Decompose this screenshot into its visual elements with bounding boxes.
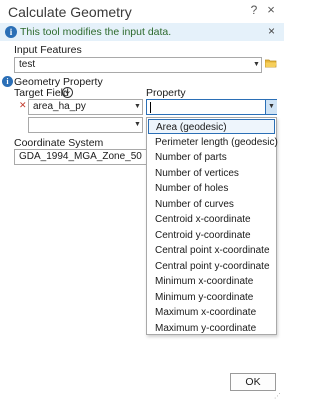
property-option[interactable]: Area (geodesic) [148, 119, 275, 134]
chevron-down-icon[interactable]: ▼ [134, 121, 141, 128]
banner-message: This tool modifies the input data. [20, 26, 172, 38]
chevron-down-icon[interactable]: ▼ [268, 103, 275, 110]
property-option[interactable]: Centroid y-coordinate [148, 228, 275, 243]
property-option[interactable]: Number of holes [148, 181, 275, 196]
chevron-circle-icon[interactable] [62, 87, 73, 98]
ok-button[interactable]: OK [230, 373, 276, 391]
property-option[interactable]: Centroid x-coordinate [148, 212, 275, 227]
info-icon: i [5, 26, 17, 38]
target-field-label: Target Field [14, 87, 69, 99]
coordinate-system-value: GDA_1994_MGA_Zone_50 [19, 151, 142, 162]
info-icon[interactable]: i [2, 76, 13, 87]
coordinate-system-combobox[interactable]: GDA_1994_MGA_Zone_50 [14, 149, 150, 165]
property-option[interactable]: Maximum x-coordinate [148, 305, 275, 320]
input-features-value: test [19, 59, 36, 70]
remove-x-icon[interactable]: ✕ [19, 100, 27, 111]
property-option[interactable]: Central point x-coordinate [148, 243, 275, 258]
target-field-value-1: area_ha_py [33, 101, 86, 112]
property-option[interactable]: Central point y-coordinate [148, 259, 275, 274]
property-label: Property [146, 87, 186, 99]
resize-grip-icon[interactable]: ⋰ [274, 392, 281, 400]
help-button[interactable]: ? [248, 3, 260, 17]
property-option[interactable]: Number of parts [148, 150, 275, 165]
property-option[interactable]: Perimeter length (geodesic) [148, 135, 278, 150]
property-option[interactable]: Maximum y-coordinate [148, 321, 275, 336]
target-field-combobox-1[interactable]: area_ha_py ▼ [28, 99, 143, 115]
text-cursor [150, 102, 151, 113]
chevron-down-icon[interactable]: ▼ [134, 103, 141, 110]
close-button[interactable]: × [264, 2, 278, 17]
coordinate-system-label: Coordinate System [14, 137, 104, 149]
chevron-down-icon[interactable]: ▼ [253, 61, 260, 68]
property-option[interactable]: Minimum y-coordinate [148, 290, 275, 305]
property-option[interactable]: Number of vertices [148, 166, 275, 181]
input-features-label: Input Features [14, 44, 82, 56]
dialog-title: Calculate Geometry [8, 4, 132, 20]
target-field-combobox-2[interactable]: ▼ [28, 117, 143, 133]
property-option[interactable]: Minimum x-coordinate [148, 274, 275, 289]
property-combobox-1[interactable]: ▼ [146, 99, 277, 115]
input-features-combobox[interactable]: test ▼ [14, 57, 262, 73]
folder-icon[interactable] [265, 59, 277, 68]
property-dropdown-list[interactable]: Area (geodesic) Perimeter length (geodesi… [146, 117, 278, 336]
banner-close-button[interactable]: × [268, 24, 275, 38]
property-option[interactable]: Number of curves [148, 197, 275, 212]
